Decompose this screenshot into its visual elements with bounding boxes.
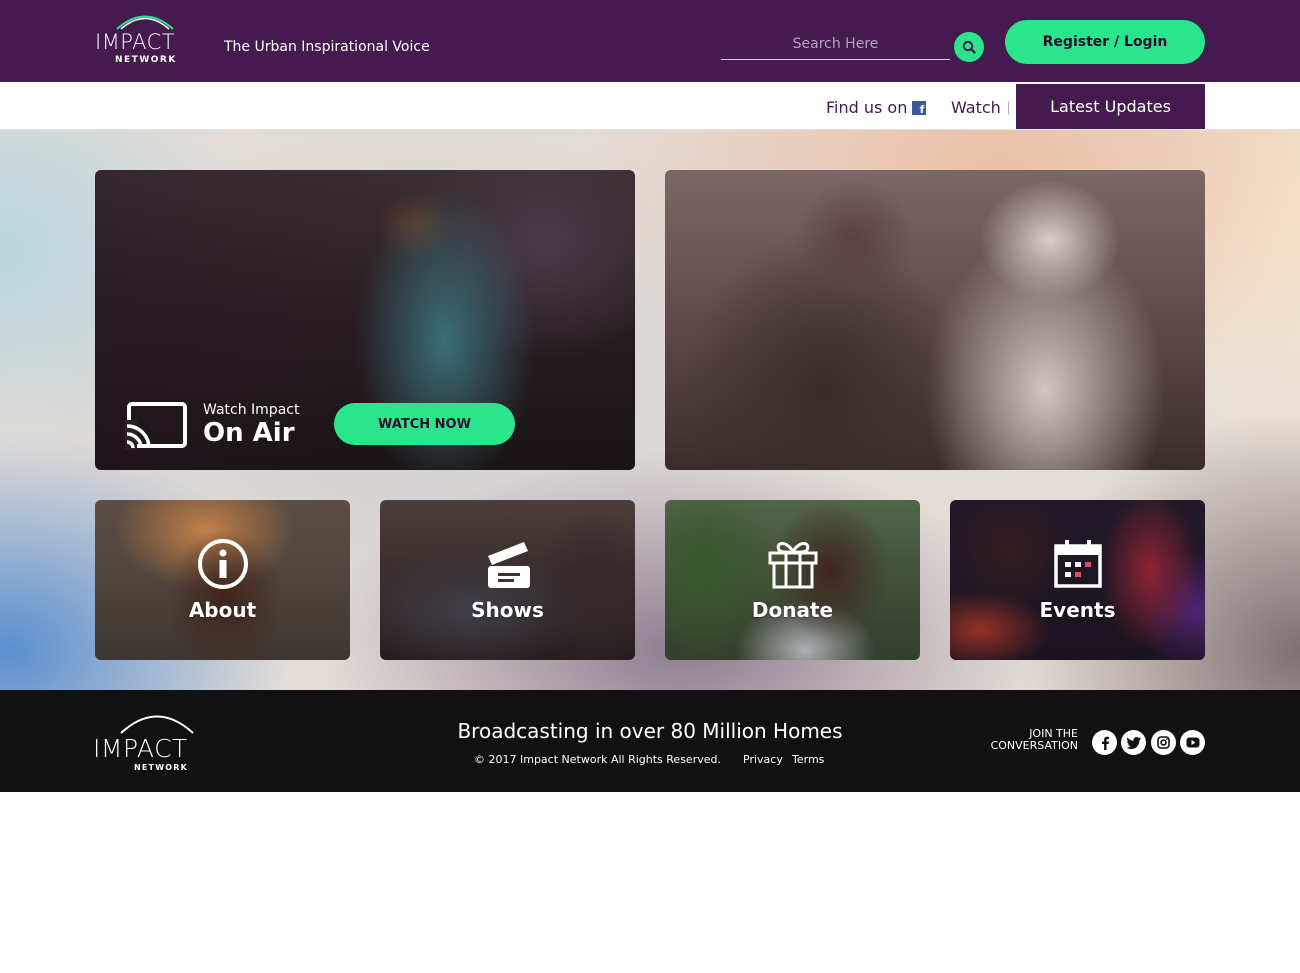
impact-logo[interactable]: IMPACT NETWORK: [95, 10, 195, 68]
search-icon: [962, 40, 976, 54]
privacy-link[interactable]: Privacy: [743, 753, 783, 766]
join-conversation-label: JOIN THE CONVERSATION: [950, 728, 1078, 752]
footer-facebook-link[interactable]: [1092, 730, 1117, 755]
events-tile[interactable]: Events: [950, 500, 1205, 660]
find-us-facebook-link[interactable]: Find us on f: [826, 98, 927, 117]
register-login-button[interactable]: Register / Login: [1005, 20, 1205, 64]
on-air-label: On Air: [203, 418, 295, 448]
footer-logo-arc-icon: [120, 715, 194, 734]
logo-wordmark: IMPACT: [95, 30, 176, 54]
footer-logo-subtext: NETWORK: [134, 763, 189, 772]
footer-youtube-link[interactable]: [1180, 730, 1205, 755]
footer-logo-wordmark: IMPACT: [93, 734, 188, 763]
info-icon: [197, 539, 248, 589]
facebook-icon: [1101, 736, 1109, 750]
donate-tile[interactable]: Donate: [665, 500, 920, 660]
shows-label: Shows: [471, 598, 544, 622]
nav-divider: [1008, 101, 1009, 115]
site-tagline: The Urban Inspirational Voice: [224, 39, 430, 55]
site-footer: IMPACT NETWORK Broadcasting in over 80 M…: [0, 690, 1300, 792]
search-bar: [721, 30, 950, 60]
footer-logo[interactable]: IMPACT NETWORK: [93, 708, 223, 774]
logo-subtext: NETWORK: [115, 55, 177, 65]
watch-impact-label: Watch Impact: [203, 402, 300, 418]
donate-label: Donate: [751, 598, 834, 622]
watch-link[interactable]: Watch: [951, 98, 1001, 117]
cast-icon: [125, 402, 187, 450]
hero-section: Watch Impact On Air WATCH NOW About Show…: [0, 130, 1300, 690]
watch-now-button[interactable]: WATCH NOW: [334, 403, 515, 445]
top-header: IMPACT NETWORK The Urban Inspirational V…: [0, 0, 1300, 82]
find-us-label: Find us on: [826, 98, 908, 117]
featured-concert-image[interactable]: [665, 170, 1205, 470]
about-label: About: [188, 598, 257, 622]
gift-icon: [768, 542, 817, 589]
search-button[interactable]: [954, 32, 984, 62]
about-tile[interactable]: About: [95, 500, 350, 660]
copyright-text: © 2017 Impact Network All Rights Reserve…: [474, 753, 721, 766]
footer-instagram-link[interactable]: [1151, 730, 1176, 755]
events-label: Events: [1039, 598, 1116, 622]
terms-link[interactable]: Terms: [792, 753, 824, 766]
footer-twitter-link[interactable]: [1121, 730, 1146, 755]
footer-headline: Broadcasting in over 80 Million Homes: [457, 719, 843, 743]
watch-on-air-card[interactable]: Watch Impact On Air WATCH NOW: [95, 170, 635, 470]
twitter-icon: [1126, 736, 1141, 749]
join-line-2: CONVERSATION: [990, 739, 1078, 752]
youtube-icon: [1186, 737, 1199, 748]
logo-arc-icon: [116, 15, 174, 30]
search-input[interactable]: [721, 30, 950, 58]
latest-updates-button[interactable]: Latest Updates: [1016, 84, 1205, 129]
shows-tile[interactable]: Shows: [380, 500, 635, 660]
instagram-icon: [1157, 736, 1170, 749]
facebook-icon: f: [912, 100, 927, 115]
clapperboard-icon: [487, 542, 530, 588]
calendar-icon: [1053, 540, 1102, 588]
